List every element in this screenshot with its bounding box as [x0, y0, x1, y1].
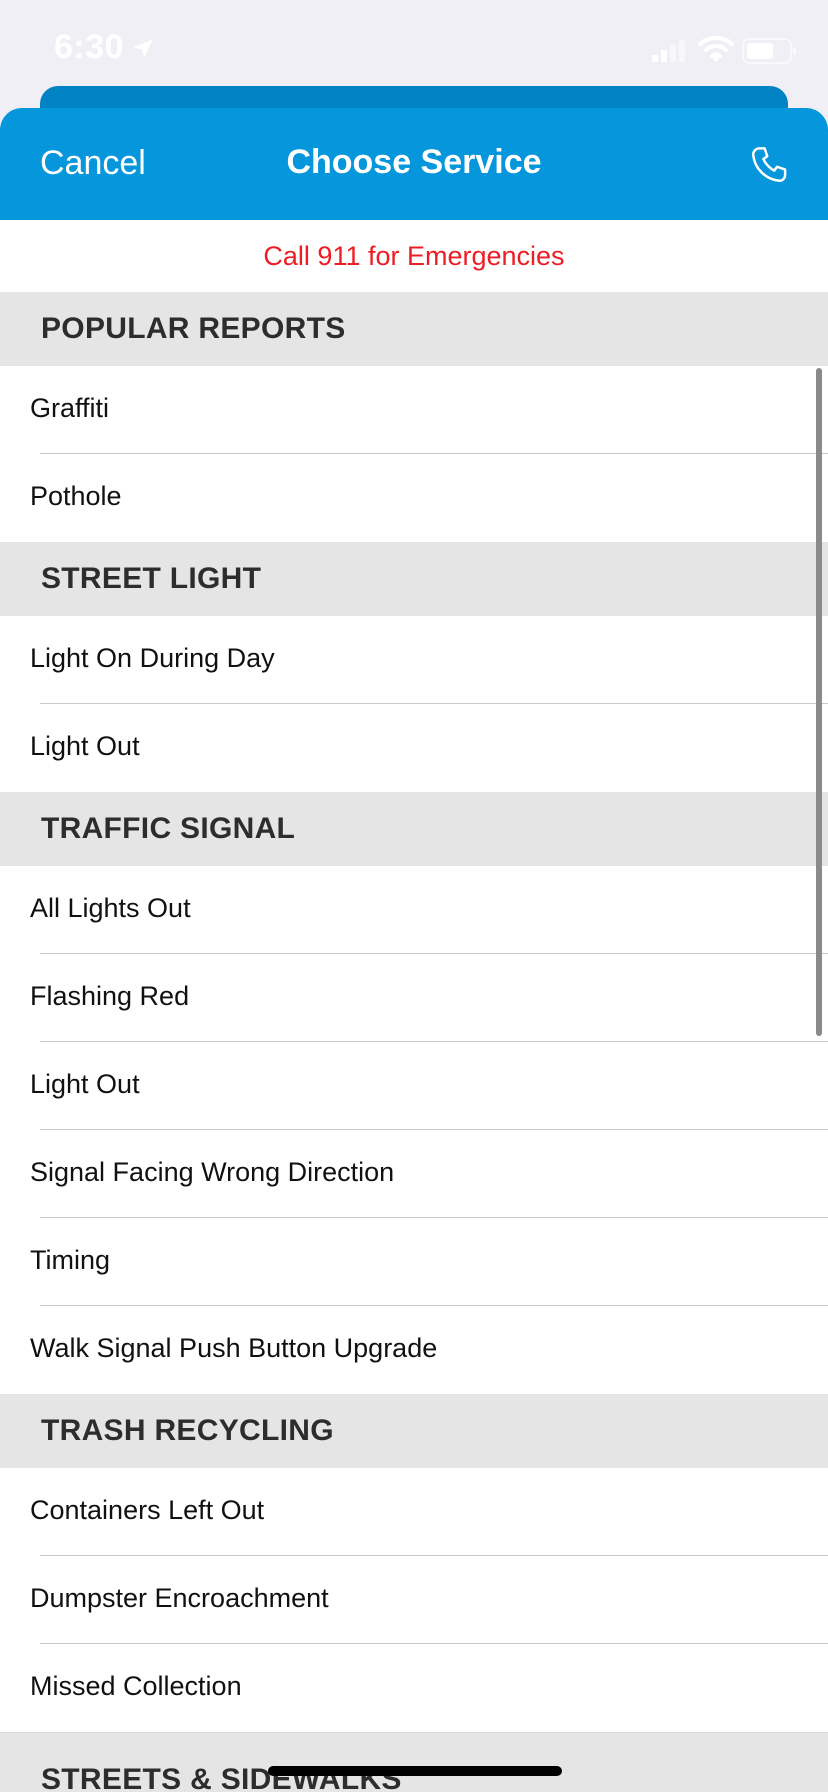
service-row-label: Graffiti: [30, 393, 110, 423]
service-row[interactable]: Light On During Day: [0, 616, 828, 704]
service-row-label: Walk Signal Push Button Upgrade: [30, 1333, 438, 1363]
status-bar: 6:30: [0, 0, 828, 100]
section-header-label: TRASH RECYCLING: [41, 1414, 334, 1447]
service-row-label: Containers Left Out: [30, 1495, 265, 1525]
service-row[interactable]: Walk Signal Push Button Upgrade: [0, 1306, 828, 1394]
scrollbar[interactable]: [816, 368, 822, 1036]
service-row-label: Signal Facing Wrong Direction: [30, 1157, 395, 1187]
service-row[interactable]: All Lights Out: [0, 866, 828, 954]
service-row-label: Flashing Red: [30, 981, 190, 1011]
service-row-label: Pothole: [30, 481, 122, 511]
section-header: TRAFFIC SIGNAL: [0, 792, 828, 866]
status-time: 6:30: [54, 28, 125, 66]
wifi-icon: [698, 35, 734, 62]
service-row[interactable]: Missed Collection: [0, 1644, 828, 1732]
service-row-label: Light On During Day: [30, 643, 275, 673]
battery-icon: [742, 38, 796, 64]
service-row-label: Timing: [30, 1245, 111, 1275]
service-row[interactable]: Light Out: [0, 704, 828, 792]
service-row[interactable]: Pothole: [0, 454, 828, 542]
section-header-label: POPULAR REPORTS: [41, 312, 346, 345]
service-row[interactable]: Light Out: [0, 1042, 828, 1130]
service-row[interactable]: Containers Left Out: [0, 1468, 828, 1556]
choose-service-sheet: Cancel Choose Service Call 911 for Emerg…: [0, 108, 828, 1792]
service-list: POPULAR REPORTS Graffiti Pothole STREET LIG…: [0, 292, 828, 1792]
phone-icon[interactable]: [748, 144, 790, 186]
service-row[interactable]: Dumpster Encroachment: [0, 1556, 828, 1644]
emergency-notice[interactable]: Call 911 for Emergencies: [0, 220, 828, 292]
section-header-label: STREET LIGHT: [41, 562, 262, 595]
section-header-label: TRAFFIC SIGNAL: [41, 812, 296, 845]
service-row-label: Missed Collection: [30, 1671, 242, 1701]
service-row[interactable]: Flashing Red: [0, 954, 828, 1042]
cancel-button[interactable]: Cancel: [40, 144, 146, 183]
service-row[interactable]: Graffiti: [0, 366, 828, 454]
service-row-label: Light Out: [30, 1069, 140, 1099]
service-row[interactable]: Signal Facing Wrong Direction: [0, 1130, 828, 1218]
section-header: TRASH RECYCLING: [0, 1394, 828, 1468]
location-arrow-icon: [133, 39, 153, 59]
service-row[interactable]: Timing: [0, 1218, 828, 1306]
section-header: STREET LIGHT: [0, 542, 828, 616]
service-row-label: All Lights Out: [30, 893, 191, 923]
section-separator: [0, 1732, 828, 1743]
navigation-bar: Cancel Choose Service: [0, 108, 828, 220]
service-row-label: Dumpster Encroachment: [30, 1583, 329, 1613]
cellular-signal-icon: [652, 40, 685, 62]
section-header: POPULAR REPORTS: [0, 292, 828, 366]
service-row-label: Light Out: [30, 731, 140, 761]
home-indicator[interactable]: [268, 1766, 562, 1776]
